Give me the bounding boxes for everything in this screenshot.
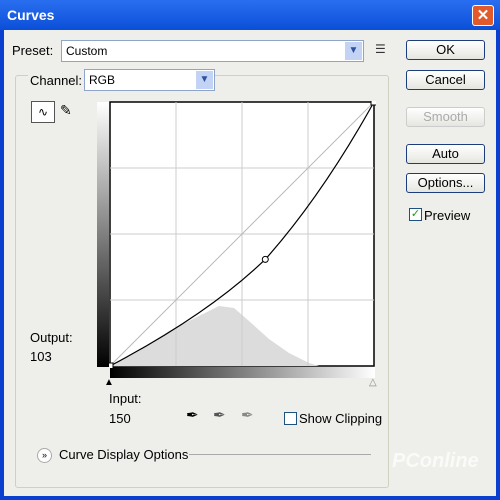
input-gradient (110, 367, 375, 378)
curve-display-options-label[interactable]: Curve Display Options (59, 447, 188, 462)
auto-button[interactable]: Auto (406, 144, 485, 164)
output-gradient (97, 102, 109, 367)
channel-value: RGB (89, 73, 116, 87)
output-label: Output: (30, 330, 73, 345)
smooth-button[interactable]: Smooth (406, 107, 485, 127)
cancel-button[interactable]: Cancel (406, 70, 485, 90)
gray-eyedropper-icon[interactable]: ✒ (213, 406, 226, 424)
show-clipping-checkbox[interactable] (284, 412, 297, 425)
black-eyedropper-icon[interactable]: ✒ (186, 406, 199, 424)
white-eyedropper-icon[interactable]: ✒ (241, 406, 254, 424)
curve-control-point (109, 362, 114, 368)
preset-options-icon[interactable]: ☰ (375, 42, 386, 56)
ok-button[interactable]: OK (406, 40, 485, 60)
preview-label: Preview (424, 208, 471, 223)
options-button[interactable]: Options... (406, 173, 485, 193)
expand-chevron-icon[interactable]: » (37, 448, 52, 463)
output-value: 103 (30, 349, 52, 364)
input-label: Input: (109, 391, 142, 406)
input-value: 150 (109, 411, 131, 426)
show-clipping-label: Show Clipping (299, 411, 383, 426)
curve-tool-icon[interactable]: ∿ (31, 101, 55, 123)
curve-control-point (370, 101, 376, 106)
curve-graph[interactable] (109, 101, 376, 368)
window-title: Curves (7, 7, 55, 23)
preview-checkbox[interactable]: ✓ (409, 208, 422, 221)
chevron-down-icon: ▼ (196, 71, 213, 89)
pencil-icon[interactable]: ✎ (60, 102, 72, 119)
chevron-down-icon: ▼ (345, 42, 362, 60)
watermark-logo: PConline (392, 450, 479, 472)
preset-label: Preset: (12, 43, 54, 58)
divider (189, 454, 371, 455)
channel-label: Channel: (28, 73, 85, 88)
preset-select[interactable]: Custom ▼ (61, 40, 364, 62)
channel-select[interactable]: RGB ▼ (84, 69, 215, 91)
title-bar: Curves ✕ (0, 0, 500, 30)
curve-control-point (261, 255, 269, 263)
white-point-slider[interactable]: △ (369, 377, 377, 388)
close-icon[interactable]: ✕ (472, 5, 494, 26)
preset-value: Custom (66, 44, 108, 58)
black-point-slider[interactable]: ▲ (104, 377, 114, 388)
